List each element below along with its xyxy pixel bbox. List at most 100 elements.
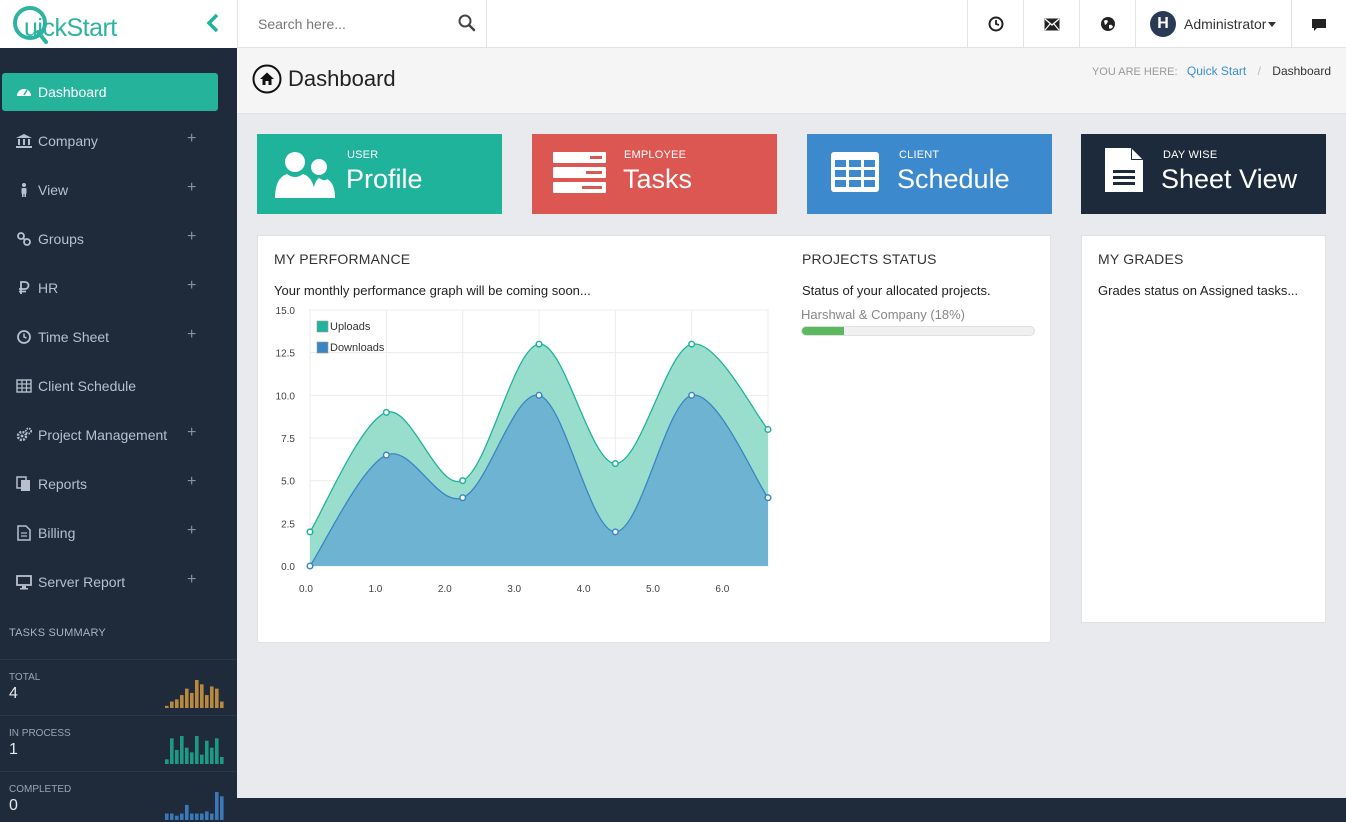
logo-text[interactable]: uickStart xyxy=(24,14,117,43)
sidebar-item-groups[interactable]: Groups + xyxy=(2,220,218,258)
sparkline-chart xyxy=(165,680,224,708)
sparkline-bar xyxy=(185,747,189,764)
tasks-summary-title: TASKS SUMMARY xyxy=(9,627,106,639)
project-progress-label: Harshwal & Company (18%) xyxy=(801,307,966,322)
sidebar-item-billing[interactable]: Billing + xyxy=(2,514,218,552)
person-icon xyxy=(21,183,27,197)
sparkline-bar xyxy=(180,695,184,708)
expand-plus-icon[interactable]: + xyxy=(187,277,196,295)
chart-point-uploads xyxy=(382,408,390,416)
sparkline-bar xyxy=(185,804,189,820)
chart-x-tick-label: 3.0 xyxy=(507,584,521,595)
chat-icon xyxy=(1312,18,1326,31)
grades-title: MY GRADES xyxy=(1098,251,1184,267)
performance-panel: MY PERFORMANCE Your monthly performance … xyxy=(257,235,1051,643)
sidebar-item-label: HR xyxy=(38,280,59,296)
sidebar-item-hr[interactable]: HR + xyxy=(2,269,218,307)
project-progress-fill xyxy=(802,327,844,335)
sparkline-bar xyxy=(200,684,204,708)
task-summary-value: 1 xyxy=(9,741,18,758)
sparkline-bar xyxy=(210,686,214,708)
sparkline-bar xyxy=(170,701,174,708)
footer xyxy=(237,798,1346,822)
sparkline-bar xyxy=(215,792,219,820)
sidebar-item-project-management[interactable]: Project Management + xyxy=(2,416,218,454)
sidebar-item-label: Time Sheet xyxy=(38,329,110,345)
breadcrumb-link-quickstart[interactable]: Quick Start xyxy=(1187,64,1246,78)
search-icon[interactable] xyxy=(458,14,476,32)
sparkline-bar xyxy=(170,738,174,764)
sparkline-bar xyxy=(210,747,214,764)
sparkline-bar xyxy=(220,701,224,708)
project-progress-bar xyxy=(801,326,1035,336)
sidebar-item-label: Server Report xyxy=(38,574,126,590)
sidebar-item-view[interactable]: View + xyxy=(2,171,218,209)
tile-employee-tasks[interactable]: EMPLOYEE Tasks xyxy=(532,134,777,214)
users-icon xyxy=(275,152,335,198)
search-input[interactable] xyxy=(258,14,448,34)
ruble-icon xyxy=(19,281,30,294)
task-summary-total: TOTAL 4 xyxy=(0,659,237,715)
sparkline-bar xyxy=(205,695,209,708)
legend-swatch xyxy=(316,341,329,354)
sparkline-bar xyxy=(180,736,184,764)
sparkline-bar xyxy=(165,759,169,764)
expand-plus-icon[interactable]: + xyxy=(187,326,196,344)
chart-x-tick-label: 2.0 xyxy=(438,584,452,595)
sidebar-item-time-sheet[interactable]: Time Sheet + xyxy=(2,318,218,356)
expand-plus-icon[interactable]: + xyxy=(187,179,196,197)
top-bar: uickStart H Administrat xyxy=(0,0,1346,48)
sparkline-bar xyxy=(220,796,224,820)
clock-button[interactable] xyxy=(967,0,1023,48)
sidebar-item-label: Billing xyxy=(38,525,76,541)
tile-main: Sheet View xyxy=(1161,164,1298,194)
expand-plus-icon[interactable]: + xyxy=(187,424,196,442)
bank-icon xyxy=(16,134,32,148)
sparkline-bar xyxy=(210,813,214,820)
mail-button[interactable] xyxy=(1023,0,1079,48)
chart-point-downloads xyxy=(688,391,696,399)
sidebar-item-client-schedule[interactable]: Client Schedule xyxy=(2,367,218,405)
chart-y-tick-label: 5.0 xyxy=(281,477,295,488)
sparkline-bar xyxy=(195,813,199,820)
chat-button[interactable] xyxy=(1291,0,1346,48)
chart-x-tick-label: 4.0 xyxy=(577,584,591,595)
expand-plus-icon[interactable]: + xyxy=(187,473,196,491)
expand-plus-icon[interactable]: + xyxy=(187,522,196,540)
expand-plus-icon[interactable]: + xyxy=(187,130,196,148)
envelope-icon xyxy=(1044,17,1059,30)
projects-status-description: Status of your allocated projects. xyxy=(802,283,991,298)
chart-y-tick-label: 15.0 xyxy=(276,306,296,317)
tile-main: Tasks xyxy=(623,164,693,194)
sidebar-item-server-report[interactable]: Server Report + xyxy=(2,563,218,601)
expand-plus-icon[interactable]: + xyxy=(187,228,196,246)
chevron-left-icon[interactable] xyxy=(203,12,223,34)
sidebar-item-company[interactable]: Company + xyxy=(2,122,218,160)
tile-user-profile[interactable]: USER Profile xyxy=(257,134,502,214)
gears-icon xyxy=(16,427,32,442)
chart-y-tick-label: 10.0 xyxy=(276,391,296,402)
task-summary-value: 4 xyxy=(9,685,18,702)
sidebar-item-label: Groups xyxy=(38,231,84,247)
chart-point-uploads xyxy=(688,340,696,348)
breadcrumb-separator: / xyxy=(1257,64,1261,78)
task-summary-label: TOTAL xyxy=(9,672,41,683)
task-summary-value: 0 xyxy=(9,797,18,814)
sparkline-bar xyxy=(200,754,204,764)
sidebar-item-dashboard[interactable]: Dashboard xyxy=(2,73,218,111)
sidebar-item-reports[interactable]: Reports + xyxy=(2,465,218,503)
task-summary-label: COMPLETED xyxy=(9,784,72,795)
sparkline-bar xyxy=(190,813,194,820)
tile-day-wise-sheet-view[interactable]: DAY WISE Sheet View xyxy=(1081,134,1326,214)
chart-point-downloads xyxy=(611,528,619,536)
tile-client-schedule[interactable]: CLIENT Schedule xyxy=(807,134,1052,214)
chart-x-tick-label: 5.0 xyxy=(646,584,660,595)
sparkline-bar xyxy=(175,815,179,820)
tile-sub: CLIENT xyxy=(899,149,940,161)
globe-button[interactable] xyxy=(1079,0,1135,48)
link-icon xyxy=(17,232,31,246)
user-menu[interactable]: H Administrator xyxy=(1135,0,1291,48)
expand-plus-icon[interactable]: + xyxy=(187,571,196,589)
desktop-icon xyxy=(16,575,32,590)
tile-sub: USER xyxy=(347,149,379,161)
